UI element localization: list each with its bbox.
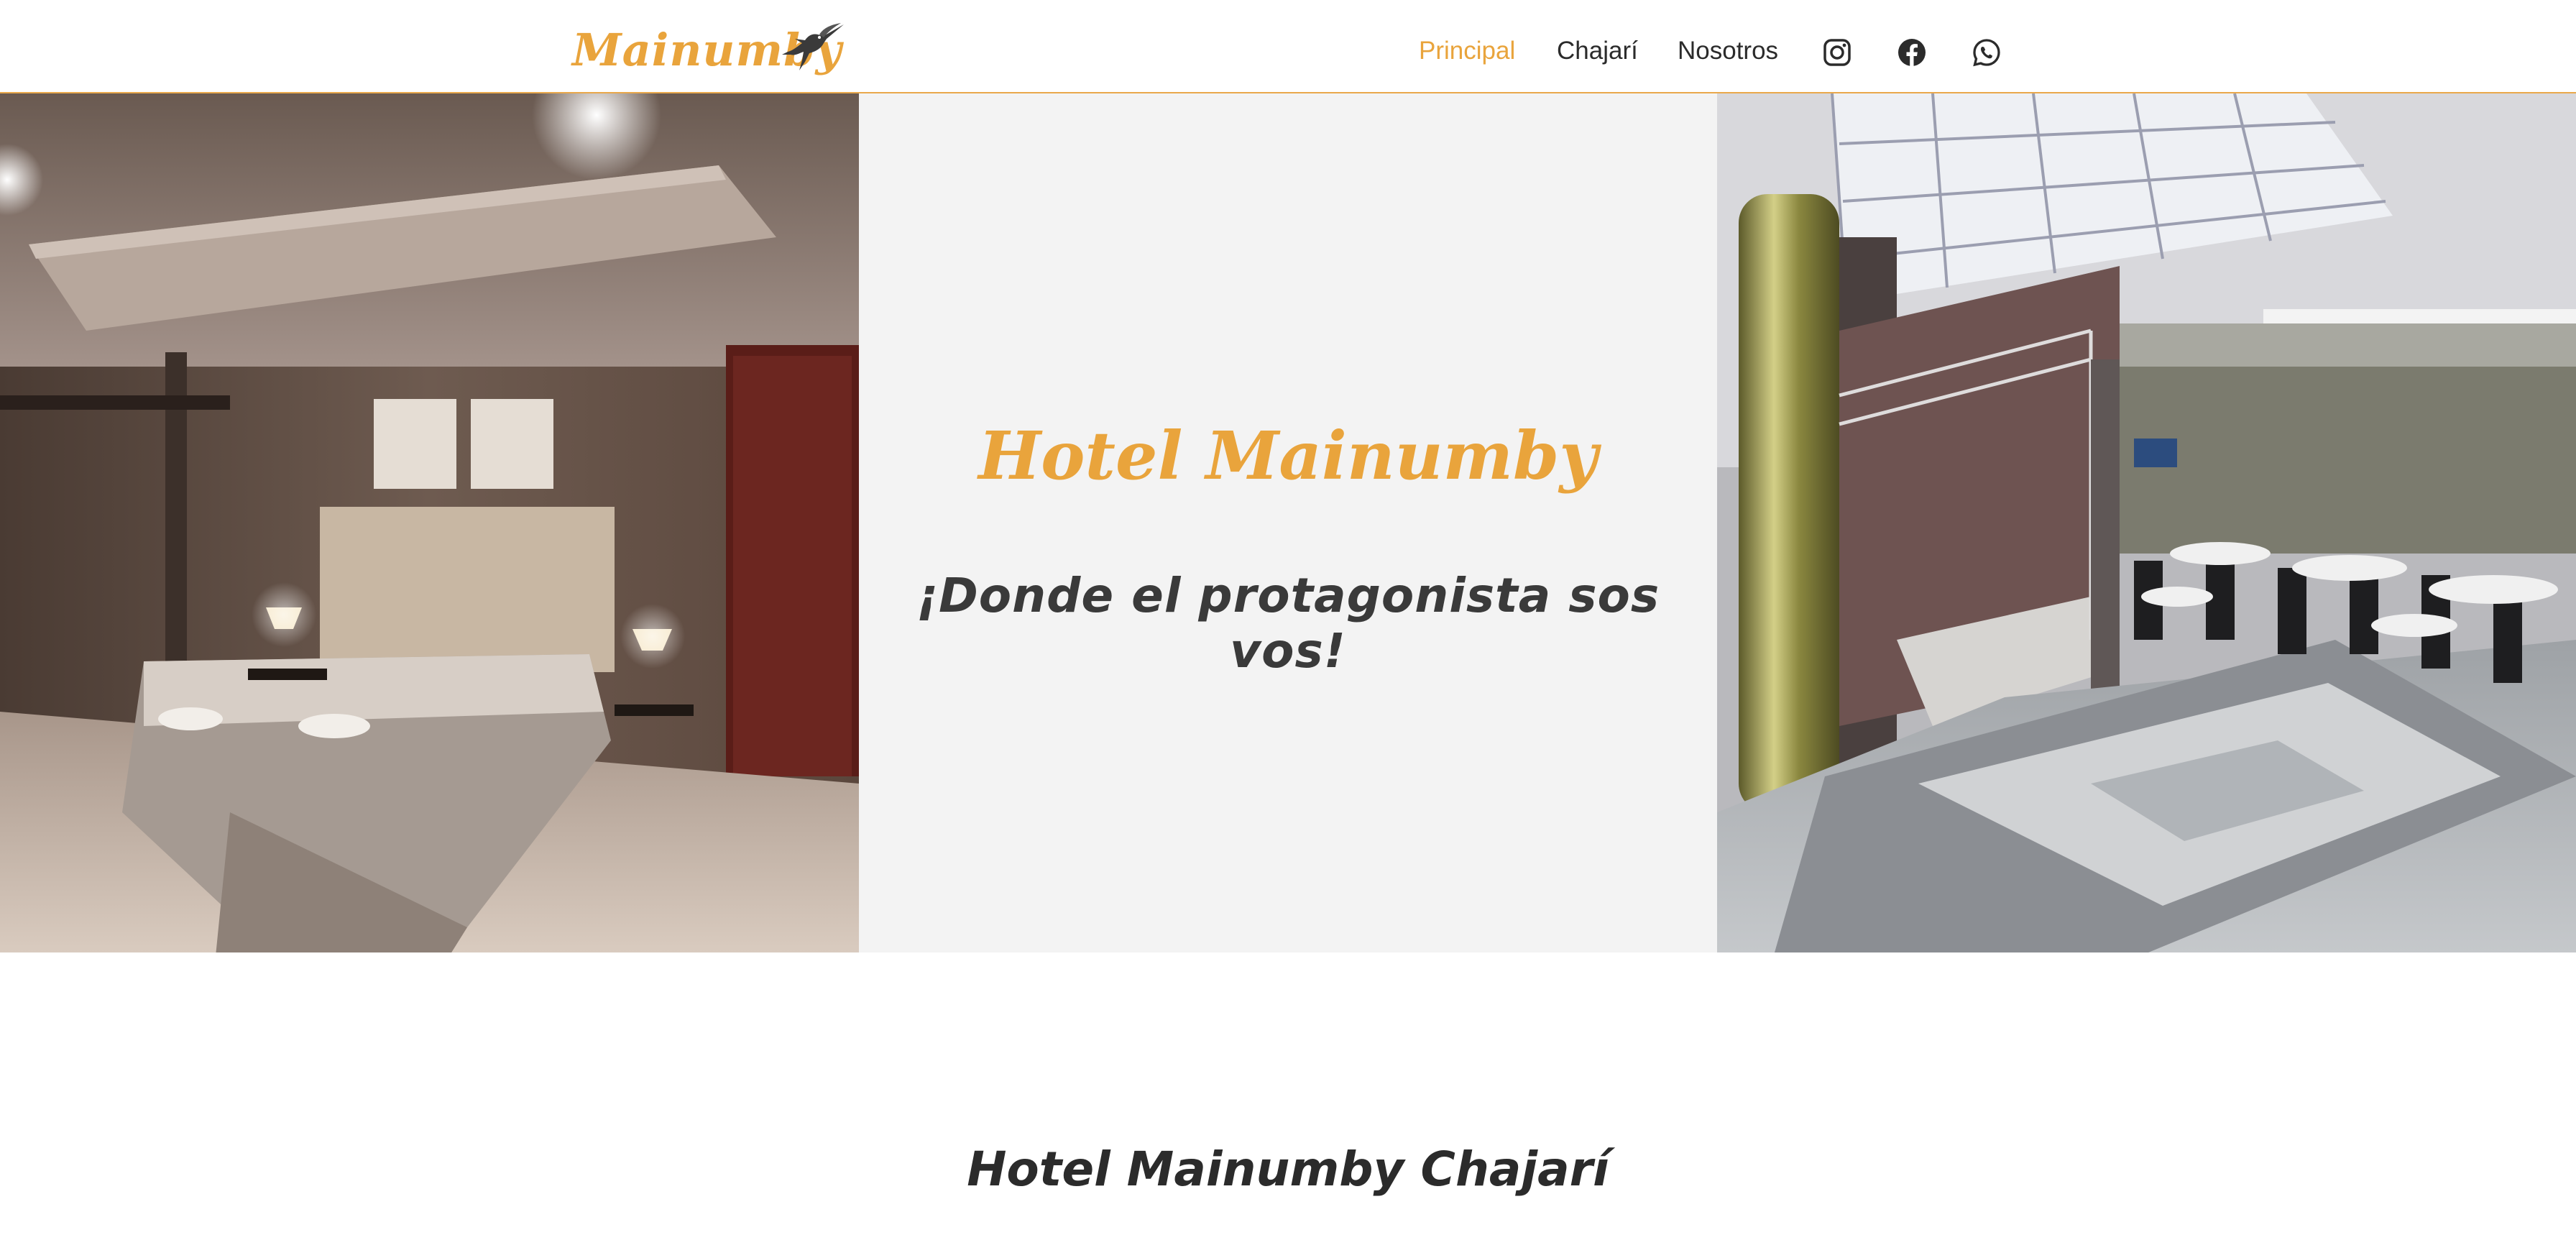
- site-header: Mainumby Principal Chajarí Nosotros: [0, 0, 2576, 93]
- nav-link-chajari[interactable]: Chajarí: [1557, 35, 1638, 68]
- hero-title: Hotel Mainumby: [978, 417, 1598, 495]
- nav-link-principal[interactable]: Principal: [1419, 35, 1515, 68]
- hero-image-bedroom: [0, 93, 859, 952]
- whatsapp-icon[interactable]: [1972, 37, 2002, 68]
- instagram-icon[interactable]: [1822, 37, 1852, 68]
- hero-image-lobby: [1717, 93, 2576, 952]
- section-title: Hotel Mainumby Chajarí: [967, 1142, 1609, 1197]
- lobby-photo: [1717, 93, 2576, 952]
- facebook-icon[interactable]: [1897, 37, 1927, 68]
- hero-tagline: ¡Donde el protagonista sos vos!: [916, 568, 1660, 679]
- main-nav: Principal Chajarí Nosotros: [0, 0, 2576, 93]
- hero-section: Hotel Mainumby ¡Donde el protagonista so…: [0, 93, 2576, 952]
- nav-link-nosotros[interactable]: Nosotros: [1678, 35, 1778, 68]
- hero-text-panel: Hotel Mainumby ¡Donde el protagonista so…: [859, 93, 1717, 952]
- bedroom-photo: [0, 93, 859, 952]
